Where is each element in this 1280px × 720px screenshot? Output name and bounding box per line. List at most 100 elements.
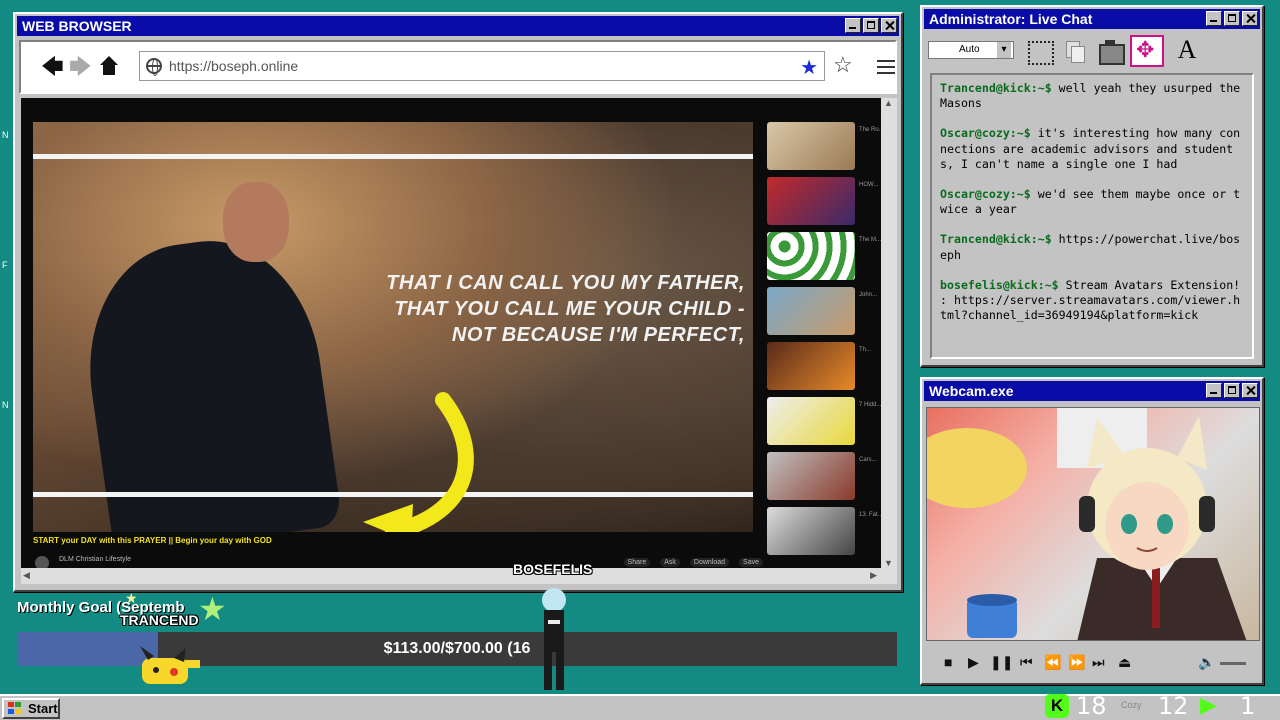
recommended-thumbnail[interactable] [767, 342, 855, 390]
auto-select[interactable]: Auto [928, 41, 1014, 59]
close-button[interactable] [1242, 11, 1258, 26]
move-icon[interactable] [1130, 35, 1164, 67]
channel-name[interactable]: DLM Christian Lifestyle [59, 556, 131, 563]
minimize-button[interactable] [845, 18, 861, 33]
url-text: https://boseph.online [169, 58, 299, 74]
person-head [223, 182, 289, 262]
play-icon[interactable]: ▶ [968, 653, 979, 671]
browser-navbar: 🡄 🡆 https://boseph.online ★ ☆ [19, 40, 897, 94]
star-icon: ★ [198, 591, 227, 627]
webcam-titlebar[interactable]: Webcam.exe [924, 381, 1260, 401]
video-line-top [33, 154, 753, 159]
browser-titlebar[interactable]: WEB BROWSER [17, 16, 899, 36]
other-viewer-count: 1 [1240, 692, 1256, 720]
chat-message: Trancend@kick:~$ https://powerchat.live/… [940, 232, 1244, 262]
maximize-button[interactable] [1224, 11, 1240, 26]
selection-icon[interactable] [1022, 35, 1056, 67]
chat-user: Oscar@cozy:~$ [940, 187, 1031, 202]
webcam-window: Webcam.exe ■ ▶ ❚❚ ⏮ ⏪ ⏩ ⏭ ⏏ 🔈 [920, 377, 1264, 685]
address-bar[interactable]: https://boseph.online ★ [139, 51, 825, 81]
recommended-thumbnail[interactable] [767, 287, 855, 335]
overlay-line: THAT I CAN CALL YOU MY FATHER, [386, 272, 745, 294]
webcam-view [926, 407, 1260, 641]
chat-message: Trancend@kick:~$ well yeah they usurped … [940, 81, 1244, 111]
volume-icon[interactable]: 🔈 [1198, 653, 1215, 671]
minimize-button[interactable] [1206, 383, 1222, 398]
start-button[interactable]: Start [2, 698, 60, 719]
chat-message: Oscar@cozy:~$ we'd see them maybe once o… [940, 187, 1244, 217]
browser-viewport: THAT I CAN CALL YOU MY FATHER, THAT YOU … [21, 98, 897, 584]
copy-icon[interactable] [1058, 35, 1092, 67]
download-button[interactable]: Download [689, 558, 730, 567]
bookmarked-star-icon[interactable]: ★ [800, 55, 818, 80]
web-browser-window: WEB BROWSER 🡄 🡆 https://boseph.online ★ … [13, 12, 903, 592]
globe-icon [146, 58, 162, 76]
volume-slider[interactable] [1220, 662, 1246, 665]
recommended-thumbnail[interactable] [767, 397, 855, 445]
start-label: Start [28, 701, 58, 716]
curved-arrow-icon [363, 392, 474, 532]
save-button[interactable]: Save [739, 558, 763, 567]
close-button[interactable] [1242, 383, 1258, 398]
recommended-thumbnail[interactable] [767, 177, 855, 225]
font-icon[interactable]: A [1170, 35, 1204, 67]
chat-user: Trancend@kick:~$ [940, 232, 1052, 247]
kick-viewer-count: 18 [1076, 692, 1107, 720]
share-button[interactable]: Share [623, 558, 651, 567]
media-controls: ■ ▶ ❚❚ ⏮ ⏪ ⏩ ⏭ ⏏ 🔈 [926, 645, 1258, 681]
pause-icon[interactable]: ❚❚ [990, 653, 1013, 671]
vertical-scrollbar[interactable] [881, 98, 897, 568]
skip-forward-icon[interactable]: ⏭ [1092, 653, 1105, 671]
forward-arrow-icon[interactable]: 🡆 [69, 56, 92, 78]
chat-user: Trancend@kick:~$ [940, 81, 1052, 95]
skip-back-icon[interactable]: ⏮ [1020, 653, 1033, 671]
cozy-logo-icon: Cozy [1121, 700, 1142, 710]
webcam-title: Webcam.exe [929, 383, 1014, 399]
cozy-viewer-count: 12 [1158, 692, 1189, 720]
browser-title: WEB BROWSER [22, 18, 132, 34]
menu-icon[interactable] [877, 60, 895, 74]
person-figure [73, 227, 343, 532]
overlay-line: THAT YOU CALL ME YOUR CHILD - [394, 298, 745, 320]
recommended-thumbnail[interactable] [767, 122, 855, 170]
horizontal-scrollbar[interactable] [21, 568, 897, 584]
chat-message: Oscar@cozy:~$ it's interesting how many … [940, 126, 1244, 172]
avatar-name-trancend: TRANCEND [120, 612, 199, 628]
video-player[interactable]: THAT I CAN CALL YOU MY FATHER, THAT YOU … [33, 122, 753, 532]
live-chat-window: Administrator: Live Chat Auto A Trancend… [920, 5, 1264, 367]
recommended-thumbnail[interactable] [767, 232, 855, 280]
overlay-line: NOT BECAUSE I'M PERFECT, [451, 324, 745, 346]
anime-avatar [927, 408, 1247, 640]
maximize-button[interactable] [863, 18, 879, 33]
close-button[interactable] [881, 18, 897, 33]
chat-title: Administrator: Live Chat [929, 11, 1093, 27]
kick-logo-icon: K [1045, 694, 1069, 718]
bookmarks-star-icon[interactable]: ☆ [833, 52, 853, 78]
recommended-thumbnail[interactable] [767, 452, 855, 500]
maximize-button[interactable] [1224, 383, 1240, 398]
chat-message: bosefelis@kick:~$ Stream Avatars Extensi… [940, 278, 1244, 324]
chat-toolbar: Auto A [926, 33, 1258, 71]
bosefelis-avatar [542, 588, 566, 690]
paste-icon[interactable] [1094, 35, 1128, 67]
back-arrow-icon[interactable]: 🡄 [41, 56, 64, 78]
video-overlay-text: THAT I CAN CALL YOU MY FATHER, THAT YOU … [325, 270, 745, 348]
windows-logo-icon [8, 702, 22, 715]
minimize-button[interactable] [1206, 11, 1222, 26]
rewind-icon[interactable]: ⏪ [1044, 653, 1061, 671]
video-actions: Share Ask Download Save [623, 558, 763, 567]
sparkle-icon: ★ [125, 590, 138, 606]
recommended-thumbnail[interactable] [767, 507, 855, 555]
eject-icon[interactable]: ⏏ [1118, 653, 1131, 671]
fast-forward-icon[interactable]: ⏩ [1068, 653, 1085, 671]
stop-icon[interactable]: ■ [944, 653, 952, 671]
chat-titlebar[interactable]: Administrator: Live Chat [924, 9, 1260, 29]
pikachu-avatar [140, 646, 200, 684]
ask-button[interactable]: Ask [660, 558, 680, 567]
chat-user: bosefelis@kick:~$ [940, 277, 1059, 292]
chat-user: Oscar@cozy:~$ [940, 126, 1031, 141]
chat-log[interactable]: Trancend@kick:~$ well yeah they usurped … [930, 73, 1254, 359]
avatar-name-bosefelis: BOSEFELIS [513, 561, 593, 577]
play-circle-icon: ▶ [1200, 693, 1217, 718]
home-icon[interactable] [99, 56, 119, 76]
